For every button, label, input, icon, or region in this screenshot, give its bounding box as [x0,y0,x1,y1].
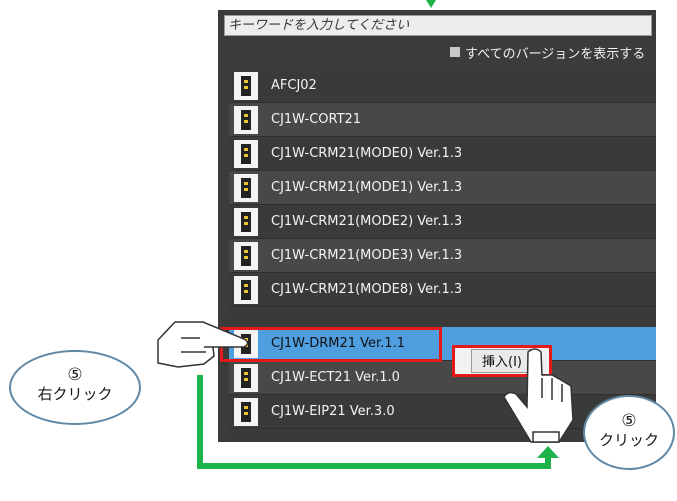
annotation-overlay [157,0,574,469]
callout-number: ⑤ [621,411,637,431]
click-callout: ⑤ クリック [583,395,675,470]
arrow-head-up-icon [537,446,559,458]
callout-text: 右クリック [37,385,113,403]
right-click-callout: ⑤ 右クリック [9,350,141,425]
pointing-hand-left-icon [157,321,249,368]
connector-arrow [197,375,551,469]
arrow-head-down-icon [426,0,436,8]
clicking-hand-icon [503,348,574,443]
callout-number: ⑤ [67,365,83,385]
callout-text: クリック [598,431,659,449]
